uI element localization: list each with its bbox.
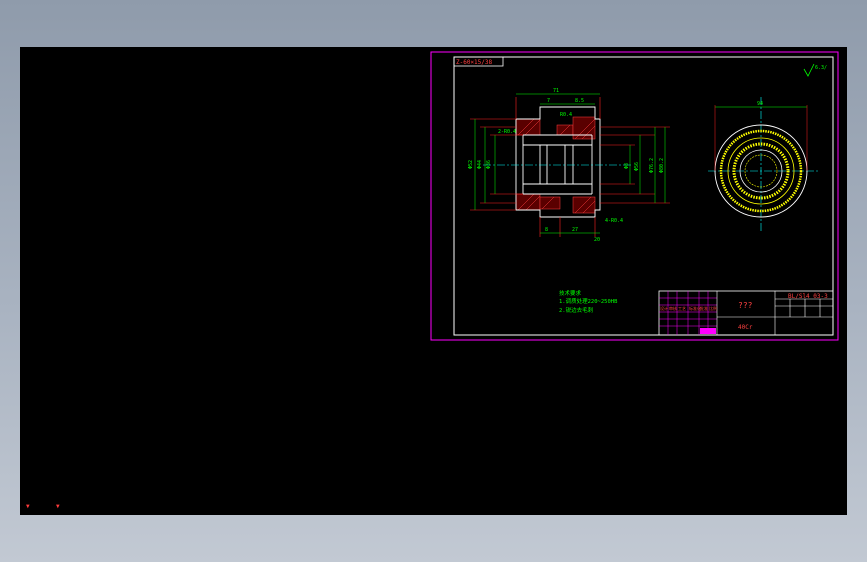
chamfer-label-3: 4-R0.4 xyxy=(605,218,623,224)
sheet-border xyxy=(453,56,834,336)
material: 40Cr xyxy=(738,324,753,331)
dim-top-right: 8.5 xyxy=(575,98,584,104)
dim-right-3: Φ76.2 xyxy=(649,158,655,173)
grid-label-2: 审核 xyxy=(669,305,677,311)
dim-right-1: Φ8 xyxy=(624,163,630,169)
dim-left-mid: Φ44 xyxy=(477,160,483,169)
chamfer-label-1: 2-R0.4 xyxy=(498,129,516,135)
grid-label-3: 工艺 xyxy=(678,306,686,311)
roughness-symbol: 6.3/ xyxy=(803,63,827,77)
notes-line-2: 2.锐边去毛刺 xyxy=(559,306,594,314)
drawing-number: BL/Sl4 03-3 xyxy=(788,293,828,300)
section-view: 71 7 8.5 Φ36 Φ44 Φ52 Φ8 Φ56 Φ76.2 Φ80.2 … xyxy=(468,88,670,243)
notes-heading: 技术要求 xyxy=(559,289,582,297)
technical-notes: 技术要求 1.调质处理220~250HB 2.锐边去毛刺 xyxy=(559,289,618,314)
drawing-primitive: 设计 审核 工艺 标准化 批准 比例 xyxy=(660,305,717,311)
drawing-primitive xyxy=(515,118,541,136)
dim-top-mid: 7 xyxy=(547,98,550,104)
part-name: ??? xyxy=(738,301,753,310)
end-view: 94 xyxy=(708,97,820,232)
sheet-frame xyxy=(430,51,839,341)
titleblock-stamp xyxy=(700,328,716,334)
drawing-primitive xyxy=(515,193,541,211)
end-view-dim: 94 xyxy=(757,101,763,107)
drawing-primitive xyxy=(803,63,815,77)
dim-left-outer: Φ52 xyxy=(468,160,474,169)
viewport-mark-right: ▼ xyxy=(56,503,60,510)
dim-bottom-left: 8 xyxy=(545,227,548,233)
dimension-text: 71 7 8.5 Φ36 Φ44 Φ52 Φ8 Φ56 Φ76.2 Φ80.2 … xyxy=(468,88,665,243)
cad-drawing[interactable]: Z-60×15/38 6.3/ 71 7 8.5 Φ36 Φ44 Φ52 Φ8 … xyxy=(20,47,847,515)
dim-left-inner: Φ36 xyxy=(486,160,492,169)
dim-top-overall: 71 xyxy=(553,88,559,94)
chamfer-label-2: R0.4 xyxy=(560,112,572,118)
model-space-viewport[interactable]: Z-60×15/38 6.3/ 71 7 8.5 Φ36 Φ44 Φ52 Φ8 … xyxy=(20,47,847,515)
dim-right-2: Φ56 xyxy=(634,162,640,171)
dim-bottom-mid: 27 xyxy=(572,227,578,233)
title-block: 设计 审核 工艺 标准化 批准 比例 ??? BL/Sl4 03-3 40Cr xyxy=(658,290,834,336)
dim-right-4: Φ80.2 xyxy=(659,158,665,173)
notes-line-1: 1.调质处理220~250HB xyxy=(559,297,618,305)
grid-label-6: 比例 xyxy=(709,305,717,311)
dim-bottom-right: 20 xyxy=(594,237,600,243)
grid-label-5: 批准 xyxy=(700,305,708,311)
roughness-mark: 6.3/ xyxy=(815,65,827,71)
drawing-primitive xyxy=(539,196,561,210)
corner-tag: Z-60×15/38 xyxy=(456,59,493,66)
viewport-mark-left: ▼ xyxy=(26,503,30,510)
drawing-primitive xyxy=(572,196,596,214)
grid-label-1: 设计 xyxy=(660,305,668,311)
